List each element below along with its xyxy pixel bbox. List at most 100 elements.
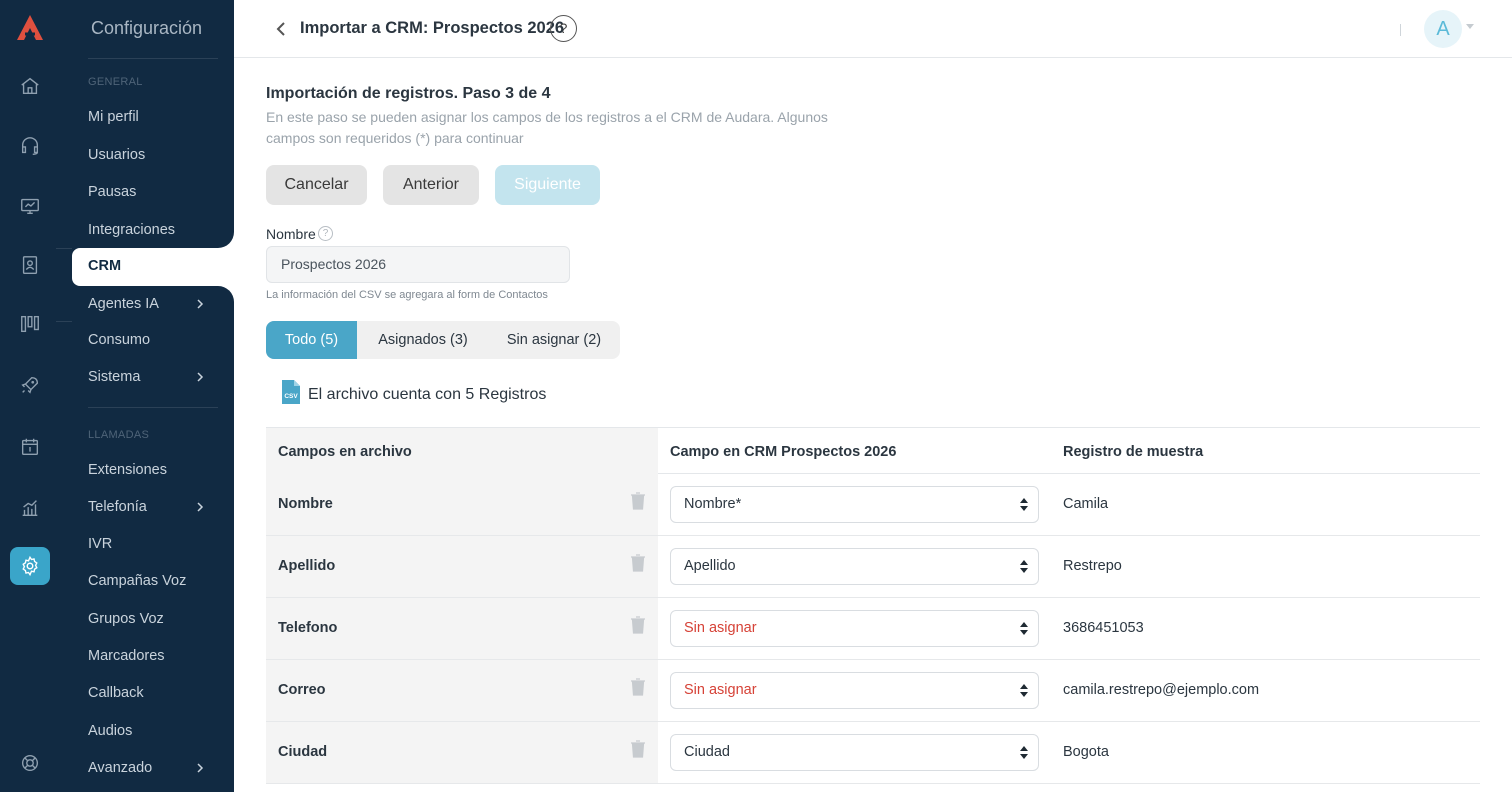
table-row: Nombre Nombre* Camila xyxy=(266,474,1480,536)
sidebar-item-telefonia[interactable]: Telefonía xyxy=(88,495,234,519)
name-help-icon[interactable]: ? xyxy=(318,226,333,241)
select-value: Sin asignar xyxy=(684,620,757,636)
crm-field-select[interactable]: Sin asignar xyxy=(670,672,1039,709)
monitor-icon[interactable] xyxy=(17,193,43,219)
sidebar-item-label: Usuarios xyxy=(88,147,146,163)
sidebar-item-label: Integraciones xyxy=(88,222,176,238)
table-header: Campos en archivo Campo en CRM Prospecto… xyxy=(266,427,1480,474)
sidebar-item-audios[interactable]: Audios xyxy=(88,719,234,743)
select-value: Apellido xyxy=(684,558,736,574)
table-row: Apellido Apellido Restrepo xyxy=(266,536,1480,598)
sidebar-item-label: Grupos Voz xyxy=(88,611,164,627)
filter-tabs: Todo (5) Asignados (3) Sin asignar (2) xyxy=(266,321,620,359)
column-header-crm-field: Campo en CRM Prospectos 2026 xyxy=(670,444,897,460)
column-header-sample: Registro de muestra xyxy=(1063,444,1204,460)
section-llamadas-label: LLAMADAS xyxy=(88,429,150,441)
chevron-right-icon xyxy=(197,502,204,512)
trash-icon[interactable] xyxy=(630,492,646,510)
crm-field-select[interactable]: Sin asignar xyxy=(670,610,1039,647)
sidebar-item-pausas[interactable]: Pausas xyxy=(88,180,234,204)
sidebar-item-label: Mi perfil xyxy=(88,109,139,125)
calendar-icon[interactable] xyxy=(17,434,43,460)
sidebar-item-label: Callback xyxy=(88,685,144,701)
top-divider xyxy=(1400,24,1401,36)
sidebar-item-callback[interactable]: Callback xyxy=(88,681,234,705)
previous-button[interactable]: Anterior xyxy=(383,165,479,205)
file-field-name: Apellido xyxy=(278,558,336,574)
tab-unassigned[interactable]: Sin asignar (2) xyxy=(496,321,612,359)
csv-file-icon: CSV xyxy=(282,380,300,404)
sidebar-item-extensiones[interactable]: Extensiones xyxy=(88,458,234,482)
trash-icon[interactable] xyxy=(630,740,646,758)
sidebar-title: Configuración xyxy=(91,18,203,38)
sidebar-item-avanzado[interactable]: Avanzado xyxy=(88,756,234,780)
name-label: Nombre xyxy=(266,226,316,242)
select-arrows-icon xyxy=(1020,498,1028,511)
crm-field-select[interactable]: Ciudad xyxy=(670,734,1039,771)
gear-icon[interactable] xyxy=(10,547,50,585)
trash-icon[interactable] xyxy=(630,616,646,634)
select-arrows-icon xyxy=(1020,746,1028,759)
chevron-right-icon xyxy=(197,763,204,773)
table-row: Correo Sin asignar camila.restrepo@ejemp… xyxy=(266,660,1480,722)
help-icon[interactable]: ? xyxy=(550,15,577,42)
sidebar-item-label: Marcadores xyxy=(88,648,165,664)
sample-value: Camila xyxy=(1063,496,1109,512)
sample-value: Bogota xyxy=(1063,744,1109,760)
sidebar-item-label: Telefonía xyxy=(88,499,147,515)
top-bar: Importar a CRM: Prospectos 2026 ? A xyxy=(234,0,1512,58)
icon-rail xyxy=(0,0,72,792)
table-row: Ciudad Ciudad Bogota xyxy=(266,722,1480,784)
sample-value: 3686451053 xyxy=(1063,620,1144,636)
page-title: Importar a CRM: Prospectos 2026 xyxy=(300,19,565,37)
home-icon[interactable] xyxy=(17,73,43,99)
file-field-name: Nombre xyxy=(278,496,333,512)
name-input[interactable]: Prospectos 2026 xyxy=(266,246,570,283)
sidebar-item-label: Avanzado xyxy=(88,760,153,776)
select-value: Ciudad xyxy=(684,744,730,760)
logo-icon[interactable] xyxy=(14,12,46,44)
sidebar-item-marcadores[interactable]: Marcadores xyxy=(88,644,234,668)
analytics-icon[interactable] xyxy=(17,495,43,521)
next-button[interactable]: Siguiente xyxy=(495,165,600,205)
sidebar-item-campanas-voz[interactable]: Campañas Voz xyxy=(88,569,234,593)
kanban-icon[interactable] xyxy=(17,311,43,337)
trash-icon[interactable] xyxy=(630,678,646,696)
cancel-button[interactable]: Cancelar xyxy=(266,165,367,205)
caret-down-icon[interactable] xyxy=(1466,24,1474,30)
headset-icon[interactable] xyxy=(17,133,43,159)
sidebar-item-label: Extensiones xyxy=(88,462,167,478)
chevron-right-icon xyxy=(197,299,204,309)
chevron-right-icon xyxy=(197,372,204,382)
crm-field-select[interactable]: Apellido xyxy=(670,548,1039,585)
back-arrow-icon[interactable] xyxy=(274,20,288,38)
table-row: Telefono Sin asignar 3686451053 xyxy=(266,598,1480,660)
tab-assigned[interactable]: Asignados (3) xyxy=(362,321,484,359)
sidebar-item-grupos-voz[interactable]: Grupos Voz xyxy=(88,607,234,631)
sidebar-item-integraciones[interactable]: Integraciones xyxy=(88,218,234,242)
select-value: Nombre* xyxy=(684,496,742,512)
sidebar-item-ivr[interactable]: IVR xyxy=(88,532,234,556)
sidebar-item-crm-label: CRM xyxy=(88,258,122,274)
sidebar-item-label: Audios xyxy=(88,723,133,739)
step-title: Importación de registros. Paso 3 de 4 xyxy=(266,85,551,102)
column-header-file-fields: Campos en archivo xyxy=(278,444,412,460)
sidebar-divider xyxy=(88,407,218,408)
sidebar-item-agentes-ia[interactable]: Agentes IA xyxy=(88,292,234,316)
sidebar-item-label: Pausas xyxy=(88,184,137,200)
file-field-name: Telefono xyxy=(278,620,338,636)
sidebar-item-mi-perfil[interactable]: Mi perfil xyxy=(88,105,234,129)
trash-icon[interactable] xyxy=(630,554,646,572)
rocket-icon[interactable] xyxy=(17,372,43,398)
contacts-book-icon[interactable] xyxy=(17,252,43,278)
select-value: Sin asignar xyxy=(684,682,757,698)
sidebar-item-consumo[interactable]: Consumo xyxy=(88,328,234,352)
avatar[interactable]: A xyxy=(1424,10,1462,48)
sidebar-item-sistema[interactable]: Sistema xyxy=(88,365,234,389)
crm-field-select[interactable]: Nombre* xyxy=(670,486,1039,523)
sidebar-item-usuarios[interactable]: Usuarios xyxy=(88,143,234,167)
support-icon[interactable] xyxy=(17,750,43,776)
step-description: En este paso se pueden asignar los campo… xyxy=(266,109,828,146)
sidebar-item-label: Consumo xyxy=(88,332,151,348)
tab-all[interactable]: Todo (5) xyxy=(266,321,357,359)
